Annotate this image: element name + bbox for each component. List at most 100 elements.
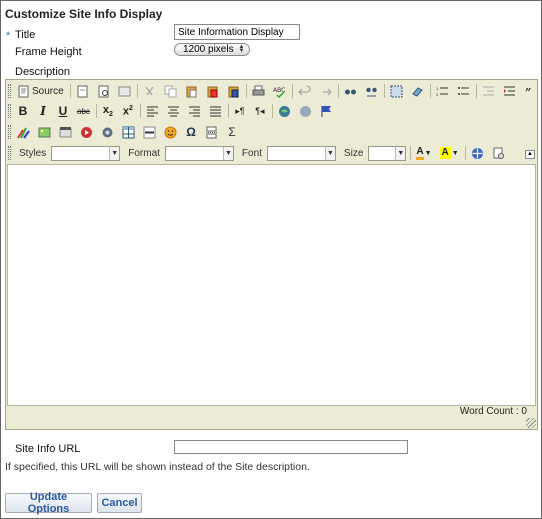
page-break-button[interactable] [203, 123, 220, 141]
subscript-icon: x2 [102, 103, 113, 119]
format-combo[interactable]: ▼ [164, 145, 234, 161]
preview-button[interactable] [95, 82, 112, 100]
spellcheck-button[interactable]: ABC [271, 82, 288, 100]
strikethrough-button[interactable]: abc [75, 102, 92, 120]
anchor-icon [321, 105, 331, 117]
toolbar-handle[interactable] [8, 146, 11, 160]
spellcheck-icon: ABC [273, 87, 285, 98]
text-color-icon: A [416, 146, 424, 160]
replace-icon [365, 87, 377, 96]
bold-icon: B [18, 104, 28, 118]
anchor-button[interactable] [318, 102, 335, 120]
find-button[interactable] [342, 82, 359, 100]
select-all-button[interactable] [388, 82, 405, 100]
numbered-list-icon: 12 [436, 86, 448, 97]
copy-button[interactable] [162, 82, 179, 100]
media-button[interactable] [78, 123, 95, 141]
toolbar-handle[interactable] [8, 125, 11, 139]
title-input[interactable] [174, 24, 300, 40]
toolbar-collapse-button[interactable]: ▲ [525, 150, 535, 159]
horizontal-rule-icon [143, 126, 156, 138]
rtl-icon: ¶◂ [255, 105, 265, 116]
rich-text-editor: Source ABC 12 ” B I U abc x2 x2 ▸¶ ¶◂ Ω … [5, 79, 538, 430]
blockquote-icon: ” [525, 86, 531, 98]
paste-button[interactable] [183, 82, 200, 100]
toolbar-separator [139, 104, 141, 118]
italic-button[interactable]: I [35, 102, 51, 120]
indent-button[interactable] [501, 82, 518, 100]
outdent-button[interactable] [480, 82, 497, 100]
bg-color-button[interactable]: A ▼ [438, 144, 461, 162]
page-title: Customize Site Info Display [5, 7, 163, 21]
show-blocks-icon [493, 147, 504, 159]
toolbar-handle[interactable] [8, 104, 11, 118]
toolbar-row-2: B I U abc x2 x2 ▸¶ ¶◂ [8, 101, 339, 121]
paste-icon [186, 86, 197, 97]
justify-button[interactable] [207, 102, 224, 120]
sigma-icon: Σ [228, 125, 236, 139]
frame-height-select[interactable]: 1200 pixels ▲ ▼ [174, 43, 250, 56]
superscript-button[interactable]: x2 [120, 102, 136, 120]
font-label: Font [241, 147, 262, 159]
sigma-button[interactable]: Σ [224, 123, 240, 141]
toolbar-separator [429, 84, 431, 98]
ltr-button[interactable]: ▸¶ [232, 102, 248, 120]
redo-button[interactable] [317, 82, 334, 100]
blockquote-button[interactable]: ” [522, 82, 539, 100]
unlink-button[interactable] [297, 102, 314, 120]
maximize-button[interactable] [469, 144, 486, 162]
editor-content-area[interactable] [7, 164, 536, 406]
print-button[interactable] [250, 82, 267, 100]
document-button[interactable] [74, 82, 91, 100]
toolbar-separator [337, 84, 339, 98]
table-icon [122, 126, 135, 138]
table-button[interactable] [120, 123, 137, 141]
horizontal-rule-button[interactable] [141, 123, 158, 141]
toolbar-separator [69, 84, 71, 98]
toolbar-separator [383, 84, 385, 98]
superscript-icon: x2 [122, 104, 133, 118]
templates-button[interactable] [116, 82, 133, 100]
bold-button[interactable]: B [15, 102, 31, 120]
show-blocks-button[interactable] [490, 144, 507, 162]
numbered-list-button[interactable]: 12 [434, 82, 451, 100]
align-left-button[interactable] [144, 102, 161, 120]
bulleted-list-button[interactable] [455, 82, 472, 100]
paste-text-button[interactable] [204, 82, 221, 100]
cut-button[interactable] [141, 82, 158, 100]
outdent-icon [482, 86, 494, 95]
align-center-button[interactable] [165, 102, 182, 120]
update-options-button[interactable]: Update Options [5, 491, 92, 515]
paste-word-icon [228, 86, 239, 97]
undo-button[interactable] [296, 82, 313, 100]
font-combo[interactable]: ▼ [266, 145, 336, 161]
special-char-button[interactable]: Ω [183, 123, 199, 141]
smiley-button[interactable] [162, 123, 179, 141]
align-right-button[interactable] [186, 102, 203, 120]
svg-text:”: ” [525, 86, 531, 98]
rtl-button[interactable]: ¶◂ [252, 102, 268, 120]
link-button[interactable] [276, 102, 293, 120]
text-color-button[interactable]: A ▼ [414, 144, 433, 162]
styles-combo[interactable]: ▼ [51, 145, 121, 161]
replace-button[interactable] [363, 82, 380, 100]
source-button[interactable]: Source [15, 82, 66, 100]
indent-icon [503, 86, 515, 95]
select-all-icon [390, 85, 403, 97]
resize-grip-icon[interactable] [526, 418, 536, 428]
site-info-url-input[interactable] [174, 440, 408, 454]
remove-format-button[interactable] [409, 82, 426, 100]
size-combo[interactable]: ▼ [368, 145, 407, 161]
subscript-button[interactable]: x2 [100, 102, 116, 120]
toolbar-handle[interactable] [8, 84, 11, 98]
paste-word-button[interactable] [225, 82, 242, 100]
image-button[interactable] [36, 123, 53, 141]
underline-icon: U [58, 104, 68, 118]
cancel-button[interactable]: Cancel [97, 493, 142, 513]
flash-button[interactable] [57, 123, 74, 141]
underline-button[interactable]: U [55, 102, 71, 120]
image-icon [38, 127, 51, 137]
settings-button[interactable] [99, 123, 116, 141]
site-info-url-label: Site Info URL [15, 443, 81, 455]
movie-button[interactable] [15, 123, 32, 141]
